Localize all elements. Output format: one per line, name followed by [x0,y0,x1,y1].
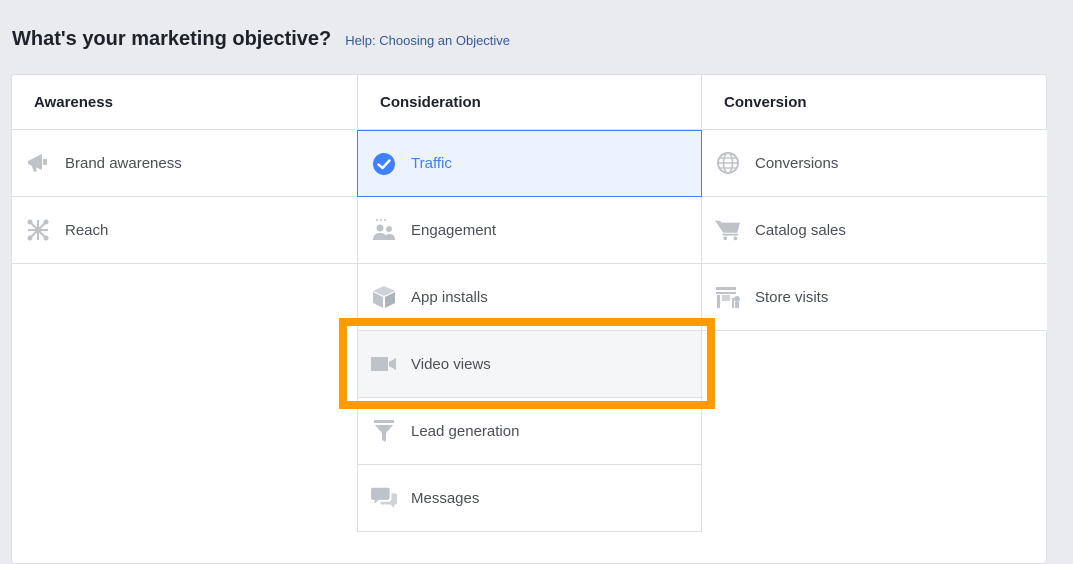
objective-label: Traffic [411,155,452,172]
video-camera-icon [371,351,397,377]
objective-reach[interactable]: Reach [12,197,357,264]
column-header-awareness: Awareness [12,75,357,130]
objective-brand-awareness[interactable]: Brand awareness [12,130,357,197]
column-header-consideration: Consideration [357,75,702,130]
objective-label: Conversions [755,154,839,172]
objective-engagement[interactable]: Engagement [357,197,702,264]
objective-label: Store visits [755,288,829,306]
objectives-panel: Awareness Brand awareness Reach Consider… [11,74,1047,564]
objective-catalog-sales[interactable]: Catalog sales [702,197,1047,264]
globe-icon [715,150,741,176]
megaphone-icon [25,150,51,176]
page-title: What's your marketing objective? [12,28,332,50]
column-header-conversion: Conversion [702,75,1047,130]
objective-label: Video views [411,355,491,373]
objective-label: App installs [411,288,488,306]
reach-icon [25,217,51,243]
awareness-column: Awareness Brand awareness Reach [12,75,357,563]
consideration-column: Consideration Traffic Engagement App ins… [357,75,702,563]
objective-lead-generation[interactable]: Lead generation [357,398,702,465]
objective-label: Lead generation [411,422,520,440]
checkmark-circle-icon [371,151,397,177]
objective-messages[interactable]: Messages [357,465,702,532]
chat-bubbles-icon [371,485,397,511]
objective-store-visits[interactable]: Store visits [702,264,1047,331]
shopping-cart-icon [715,217,741,243]
funnel-icon [371,418,397,444]
objective-app-installs[interactable]: App installs [357,264,702,331]
store-icon [715,284,741,310]
objective-label: Messages [411,489,480,507]
objective-traffic[interactable]: Traffic [357,130,702,197]
conversion-column: Conversion Conversions Catalog sales Sto… [702,75,1047,563]
people-icon [371,217,397,243]
objective-label: Reach [65,221,109,239]
heading-row: What's your marketing objective? Help: C… [12,28,510,51]
objective-label: Brand awareness [65,154,182,172]
objective-label: Engagement [411,221,497,239]
objective-conversions[interactable]: Conversions [702,130,1047,197]
help-link[interactable]: Help: Choosing an Objective [345,33,510,48]
objective-label: Catalog sales [755,221,846,239]
objective-video-views[interactable]: Video views [357,331,702,398]
box-icon [371,284,397,310]
